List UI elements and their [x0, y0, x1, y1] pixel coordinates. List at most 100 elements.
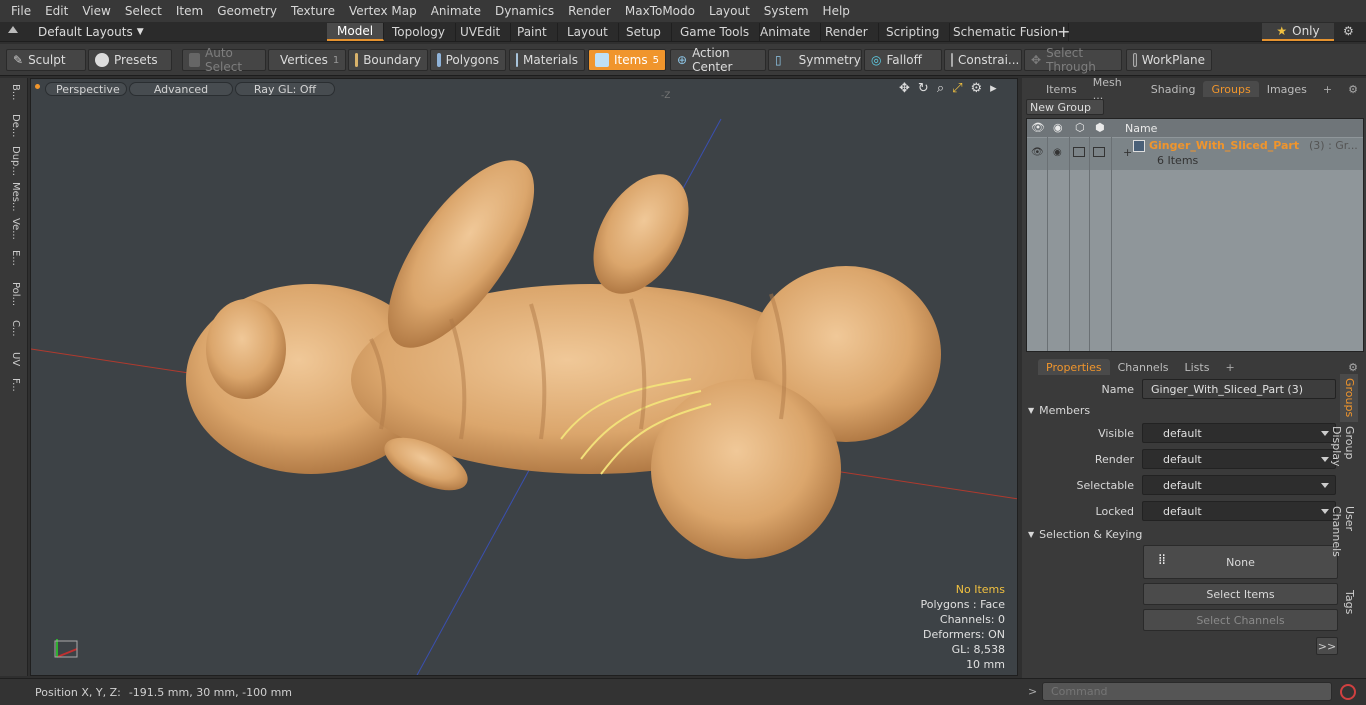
viewport-menu-dot[interactable] [35, 84, 40, 89]
tab-model[interactable]: Model [327, 23, 385, 41]
vtab-group-display[interactable]: Group Display [1330, 422, 1358, 502]
menu-dynamics[interactable]: Dynamics [488, 4, 561, 18]
menu-vertex-map[interactable]: Vertex Map [342, 4, 424, 18]
select-through-button[interactable]: ✥ Select Through [1024, 46, 1122, 74]
menu-select[interactable]: Select [118, 4, 169, 18]
tab-topology[interactable]: Topology [382, 23, 456, 41]
auto-select-button[interactable]: Auto Select [182, 46, 266, 74]
selectable-dropdown[interactable]: default [1142, 475, 1336, 495]
action-center-button[interactable]: ⊕ Action Center [670, 46, 766, 74]
command-input[interactable] [1042, 682, 1332, 701]
symmetry-button[interactable]: ▯ Symmetry [768, 49, 862, 71]
tab-images[interactable]: Images [1259, 81, 1315, 97]
tab-uvedit[interactable]: UVEdit [450, 23, 512, 41]
materials-button[interactable]: Materials [509, 49, 585, 71]
selection-keying-section[interactable]: ▼ Selection & Keying [1028, 526, 1142, 542]
visible-dropdown[interactable]: default [1142, 423, 1336, 443]
group-row[interactable]: 👁 ◉ + Ginger_With_Sliced_Part (3) : Gr..… [1027, 138, 1363, 170]
vtab-groups[interactable]: Groups [1340, 374, 1358, 422]
new-group-button[interactable]: New Group [1026, 99, 1104, 115]
tooltab-polygon[interactable]: Pol... [5, 282, 21, 316]
locked-dropdown[interactable]: default [1142, 501, 1336, 521]
panel-gear-icon[interactable]: ⚙ [1340, 81, 1366, 97]
shading-mode-button[interactable]: Advanced [129, 82, 233, 96]
menu-file[interactable]: File [4, 4, 38, 18]
menu-layout[interactable]: Layout [702, 4, 757, 18]
sculpt-button[interactable]: ✎ Sculpt [6, 49, 86, 71]
tab-items[interactable]: Items [1038, 81, 1085, 97]
none-button[interactable]: ⁞⁞ None [1143, 545, 1338, 579]
zoom-icon[interactable]: ⌕ [937, 81, 944, 96]
collapse-icon[interactable] [8, 26, 18, 33]
add-bottom-tab-icon[interactable]: + [1217, 359, 1242, 375]
tooltab-vertex[interactable]: Ve... [5, 218, 21, 246]
menu-animate[interactable]: Animate [424, 4, 488, 18]
tooltab-basic[interactable]: B... [5, 84, 21, 110]
polygons-button[interactable]: Polygons [430, 49, 506, 71]
select-items-button[interactable]: Select Items [1143, 583, 1338, 605]
pan-icon[interactable]: ✥ [899, 81, 910, 96]
tab-game-tools[interactable]: Game Tools [670, 23, 761, 41]
tab-render[interactable]: Render [815, 23, 879, 41]
layout-selector[interactable]: Default Layouts ▼ [38, 24, 144, 40]
row-lock-toggle[interactable] [1073, 147, 1085, 157]
menu-view[interactable]: View [75, 4, 117, 18]
tooltab-mesh[interactable]: Mes... [5, 182, 21, 214]
select-channels-button[interactable]: Select Channels [1143, 609, 1338, 631]
boundary-button[interactable]: Boundary [348, 49, 428, 71]
menu-help[interactable]: Help [816, 4, 857, 18]
tab-paint[interactable]: Paint [507, 23, 558, 41]
expand-icon[interactable]: + [1123, 146, 1132, 159]
add-panel-tab-icon[interactable]: + [1315, 81, 1340, 97]
tooltab-duplicate[interactable]: Dup... [5, 146, 21, 178]
add-tab-icon[interactable]: + [1057, 22, 1070, 41]
row-eye-icon[interactable]: 👁 [1031, 147, 1044, 158]
viewport-gear-icon[interactable]: ⚙ [971, 81, 983, 96]
tab-mesh[interactable]: Mesh ... [1085, 76, 1143, 102]
items-button[interactable]: Items 5 [588, 49, 666, 71]
tooltab-deform[interactable]: De... [5, 114, 21, 142]
only-toggle[interactable]: ★ Only [1262, 23, 1334, 41]
view-mode-button[interactable]: Perspective [45, 82, 127, 96]
render-dropdown[interactable]: default [1142, 449, 1336, 469]
menu-system[interactable]: System [757, 4, 816, 18]
menu-texture[interactable]: Texture [284, 4, 342, 18]
tab-layout[interactable]: Layout [557, 23, 619, 41]
tab-groups[interactable]: Groups [1203, 81, 1259, 97]
tooltab-edge[interactable]: E... [5, 250, 21, 278]
record-icon[interactable] [1340, 684, 1356, 700]
vtab-tags[interactable]: Tags [1340, 586, 1358, 622]
tab-animate[interactable]: Animate [750, 23, 822, 41]
vertices-button[interactable]: Vertices 1 [268, 49, 346, 71]
tab-channels[interactable]: Channels [1110, 359, 1177, 375]
gear-icon[interactable]: ⚙ [1343, 24, 1354, 38]
name-field[interactable]: Ginger_With_Sliced_Part (3) [1142, 379, 1336, 399]
menu-item[interactable]: Item [169, 4, 210, 18]
row-select-toggle[interactable] [1093, 147, 1105, 157]
presets-button[interactable]: Presets [88, 49, 172, 71]
rotate-icon[interactable]: ↻ [918, 81, 929, 96]
menu-geometry[interactable]: Geometry [210, 4, 284, 18]
members-section[interactable]: ▼ Members [1028, 402, 1090, 418]
menu-render[interactable]: Render [561, 4, 618, 18]
falloff-button[interactable]: ◎ Falloff [864, 49, 942, 71]
tab-scripting[interactable]: Scripting [876, 23, 951, 41]
play-arrow-icon[interactable]: ▸ [990, 81, 997, 96]
menu-edit[interactable]: Edit [38, 4, 75, 18]
tab-setup[interactable]: Setup [616, 23, 672, 41]
raygl-button[interactable]: Ray GL: Off [235, 82, 335, 96]
row-render-icon[interactable]: ◉ [1053, 147, 1062, 158]
workplane-button[interactable]: WorkPlane [1126, 49, 1212, 71]
tooltab-curve[interactable]: C... [5, 320, 21, 348]
tooltab-uv[interactable]: UV [5, 352, 21, 374]
tab-schematic-fusion[interactable]: Schematic Fusion [943, 23, 1070, 41]
constraints-button[interactable]: Constrai... [944, 49, 1022, 71]
tab-shading[interactable]: Shading [1143, 81, 1204, 97]
tooltab-fusion[interactable]: F... [5, 378, 21, 406]
vtab-user-channels[interactable]: User Channels [1330, 502, 1358, 586]
tab-lists[interactable]: Lists [1177, 359, 1218, 375]
more-button[interactable]: >> [1316, 637, 1338, 655]
menu-maxtomodo[interactable]: MaxToModo [618, 4, 702, 18]
3d-viewport[interactable]: Perspective Advanced Ray GL: Off -Z ✥ ↻ … [30, 78, 1018, 676]
tab-properties[interactable]: Properties [1038, 359, 1110, 375]
